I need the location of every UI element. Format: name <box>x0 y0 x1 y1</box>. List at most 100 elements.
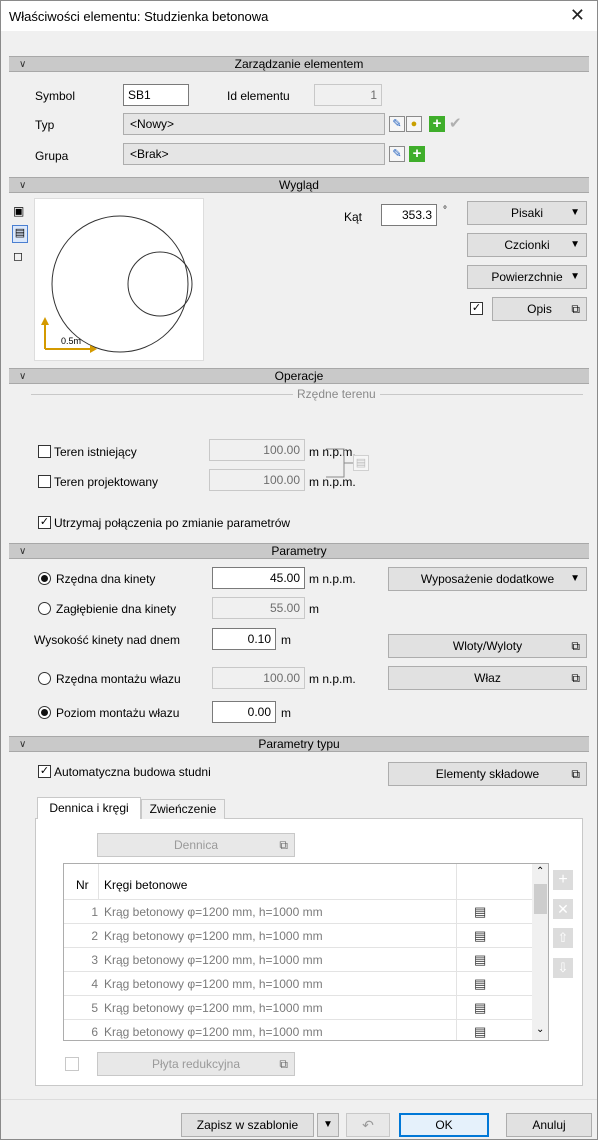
auto-build-label: Automatyczna budowa studni <box>54 765 211 779</box>
hatch-level-label: Poziom montażu włazu <box>56 706 180 720</box>
row-edit-icon[interactable]: ▤ <box>474 1000 486 1016</box>
scroll-down-icon[interactable]: ⌄ <box>536 1024 544 1035</box>
hatch-level-input[interactable]: 0.00 <box>212 701 276 723</box>
3d-view-icon[interactable]: ◻ <box>13 249 23 263</box>
table-row[interactable]: 2 Krąg betonowy φ=1200 mm, h=1000 mm ▤ <box>64 924 532 948</box>
chevron-down-icon: ∨ <box>19 180 27 191</box>
scroll-thumb[interactable] <box>534 884 547 914</box>
hatch-ordinate-field: 100.00 <box>212 667 305 689</box>
section-management-title: Zarządzanie elementem <box>234 57 364 71</box>
group-label: Grupa <box>35 149 69 163</box>
extra-equipment-button[interactable]: Wyposażenie dodatkowe ▼ <box>388 567 587 591</box>
chevron-down-icon: ∨ <box>19 739 27 750</box>
top-view-icon[interactable]: ▤ <box>12 225 28 243</box>
symbol-label: Symbol <box>35 89 76 103</box>
window-title: Właściwości elementu: Studzienka betonow… <box>9 9 269 24</box>
hatch-level-radio[interactable] <box>38 706 51 719</box>
row-edit-icon[interactable]: ▤ <box>474 976 486 992</box>
reduction-plate-checkbox[interactable] <box>65 1057 79 1071</box>
angle-input[interactable]: 353.3 <box>381 204 437 226</box>
bottom-ordinate-input[interactable]: 45.00 <box>212 567 305 589</box>
section-type-parameters-header[interactable]: ∨ Parametry typu <box>9 736 589 752</box>
inlets-outlets-button[interactable]: Wloty/Wyloty ⧉ <box>388 634 587 658</box>
channel-height-input[interactable]: 0.10 <box>212 628 276 650</box>
title-bar: Właściwości elementu: Studzienka betonow… <box>1 1 597 31</box>
row-edit-icon[interactable]: ▤ <box>474 952 486 968</box>
components-button[interactable]: Elementy składowe ⧉ <box>388 762 587 786</box>
auto-build-checkbox[interactable]: ✓ <box>38 765 51 778</box>
undo-button[interactable]: ↶ <box>346 1113 390 1137</box>
section-appearance-header[interactable]: ∨ Wygląd <box>9 177 589 193</box>
table-row[interactable]: 3 Krąg betonowy φ=1200 mm, h=1000 mm ▤ <box>64 948 532 972</box>
table-row[interactable]: 4 Krąg betonowy φ=1200 mm, h=1000 mm ▤ <box>64 972 532 996</box>
dropdown-arrow-icon: ▼ <box>570 573 580 584</box>
outer-ring <box>51 215 189 353</box>
row-edit-icon[interactable]: ▤ <box>474 1024 486 1040</box>
save-template-dropdown[interactable]: ▼ <box>317 1113 339 1137</box>
close-icon[interactable]: ✕ <box>570 5 585 26</box>
existing-terrain-label: Teren istniejący <box>54 445 137 459</box>
row-nr: 4 <box>91 977 98 991</box>
save-template-button[interactable]: Zapisz w szablonie <box>181 1113 314 1137</box>
description-checkbox[interactable]: ✓ <box>470 302 483 315</box>
description-button[interactable]: Opis ⧉ <box>492 297 587 321</box>
pens-button[interactable]: Pisaki ▼ <box>467 201 587 225</box>
table-scrollbar[interactable]: ⌃ ⌄ <box>532 864 548 1040</box>
table-row[interactable]: 5 Krąg betonowy φ=1200 mm, h=1000 mm ▤ <box>64 996 532 1020</box>
bottom-part-button[interactable]: Dennica ⧉ <box>97 833 295 857</box>
fonts-button[interactable]: Czcionki ▼ <box>467 233 587 257</box>
surfaces-label: Powierzchnie <box>491 270 563 284</box>
footer-divider <box>1 1099 597 1100</box>
surfaces-button[interactable]: Powierzchnie ▼ <box>467 265 587 289</box>
move-up-icon[interactable]: ⇧ <box>553 928 573 948</box>
scroll-up-icon[interactable]: ⌃ <box>536 866 544 877</box>
extra-equipment-label: Wyposażenie dodatkowe <box>420 572 555 586</box>
section-management-header[interactable]: ∨ Zarządzanie elementem <box>9 56 589 72</box>
table-row[interactable]: 1 Krąg betonowy φ=1200 mm, h=1000 mm ▤ <box>64 900 532 924</box>
edit-type-icon[interactable]: ✎ <box>389 116 405 132</box>
dropdown-arrow-icon: ▼ <box>570 271 580 282</box>
add-type-icon[interactable]: + <box>429 116 445 132</box>
symbol-input[interactable]: SB1 <box>123 84 189 106</box>
tab-crown[interactable]: Zwieńczenie <box>141 799 225 819</box>
hatch-button[interactable]: Właz ⧉ <box>388 666 587 690</box>
lock-icon[interactable]: ● <box>406 116 422 132</box>
row-edit-icon[interactable]: ▤ <box>474 928 486 944</box>
tab-bottom-rings[interactable]: Dennica i kręgi <box>37 797 141 819</box>
ok-button[interactable]: OK <box>399 1113 489 1137</box>
reduction-plate-label: Płyta redukcyjna <box>151 1057 241 1071</box>
keep-connections-checkbox[interactable]: ✓ <box>38 516 51 529</box>
cancel-button[interactable]: Anuluj <box>506 1113 592 1137</box>
copy-icon[interactable]: ▤ <box>353 455 369 471</box>
section-parameters-header[interactable]: ∨ Parametry <box>9 543 589 559</box>
chevron-down-icon: ∨ <box>19 371 27 382</box>
row-name: Krąg betonowy φ=1200 mm, h=1000 mm <box>104 1025 323 1039</box>
add-ring-icon[interactable]: + <box>553 870 573 890</box>
row-nr: 1 <box>91 905 98 919</box>
table-row[interactable]: 6 Krąg betonowy φ=1200 mm, h=1000 mm ▤ <box>64 1020 532 1040</box>
group-select[interactable]: <Brak> <box>123 143 385 165</box>
rings-table[interactable]: Nr Kręgi betonowe 1 Krąg betonowy φ=1200… <box>63 863 549 1041</box>
add-group-icon[interactable]: + <box>409 146 425 162</box>
terrain-group-title: Rzędne terenu <box>293 387 380 401</box>
pens-label: Pisaki <box>510 206 543 220</box>
section-parameters-title: Parametry <box>271 544 327 558</box>
section-operations-header[interactable]: ∨ Operacje <box>9 368 589 384</box>
move-down-icon[interactable]: ⇩ <box>553 958 573 978</box>
edit-group-icon[interactable]: ✎ <box>389 146 405 162</box>
existing-terrain-checkbox[interactable] <box>38 445 51 458</box>
section-appearance-title: Wygląd <box>279 178 319 192</box>
row-edit-icon[interactable]: ▤ <box>474 904 486 920</box>
designed-terrain-field: 100.00 <box>209 469 305 491</box>
delete-ring-icon[interactable]: ✕ <box>553 899 573 919</box>
depth-radio[interactable] <box>38 602 51 615</box>
hatch-ordinate-radio[interactable] <box>38 672 51 685</box>
type-select[interactable]: <Nowy> <box>123 113 385 135</box>
fonts-label: Czcionki <box>504 238 550 252</box>
camera-icon[interactable]: ▣ <box>13 204 24 218</box>
bottom-ordinate-radio[interactable] <box>38 572 51 585</box>
reduction-plate-button[interactable]: Płyta redukcyjna ⧉ <box>97 1052 295 1076</box>
bottom-part-label: Dennica <box>173 838 219 852</box>
designed-terrain-checkbox[interactable] <box>38 475 51 488</box>
table-header: Nr Kręgi betonowe <box>64 864 532 900</box>
